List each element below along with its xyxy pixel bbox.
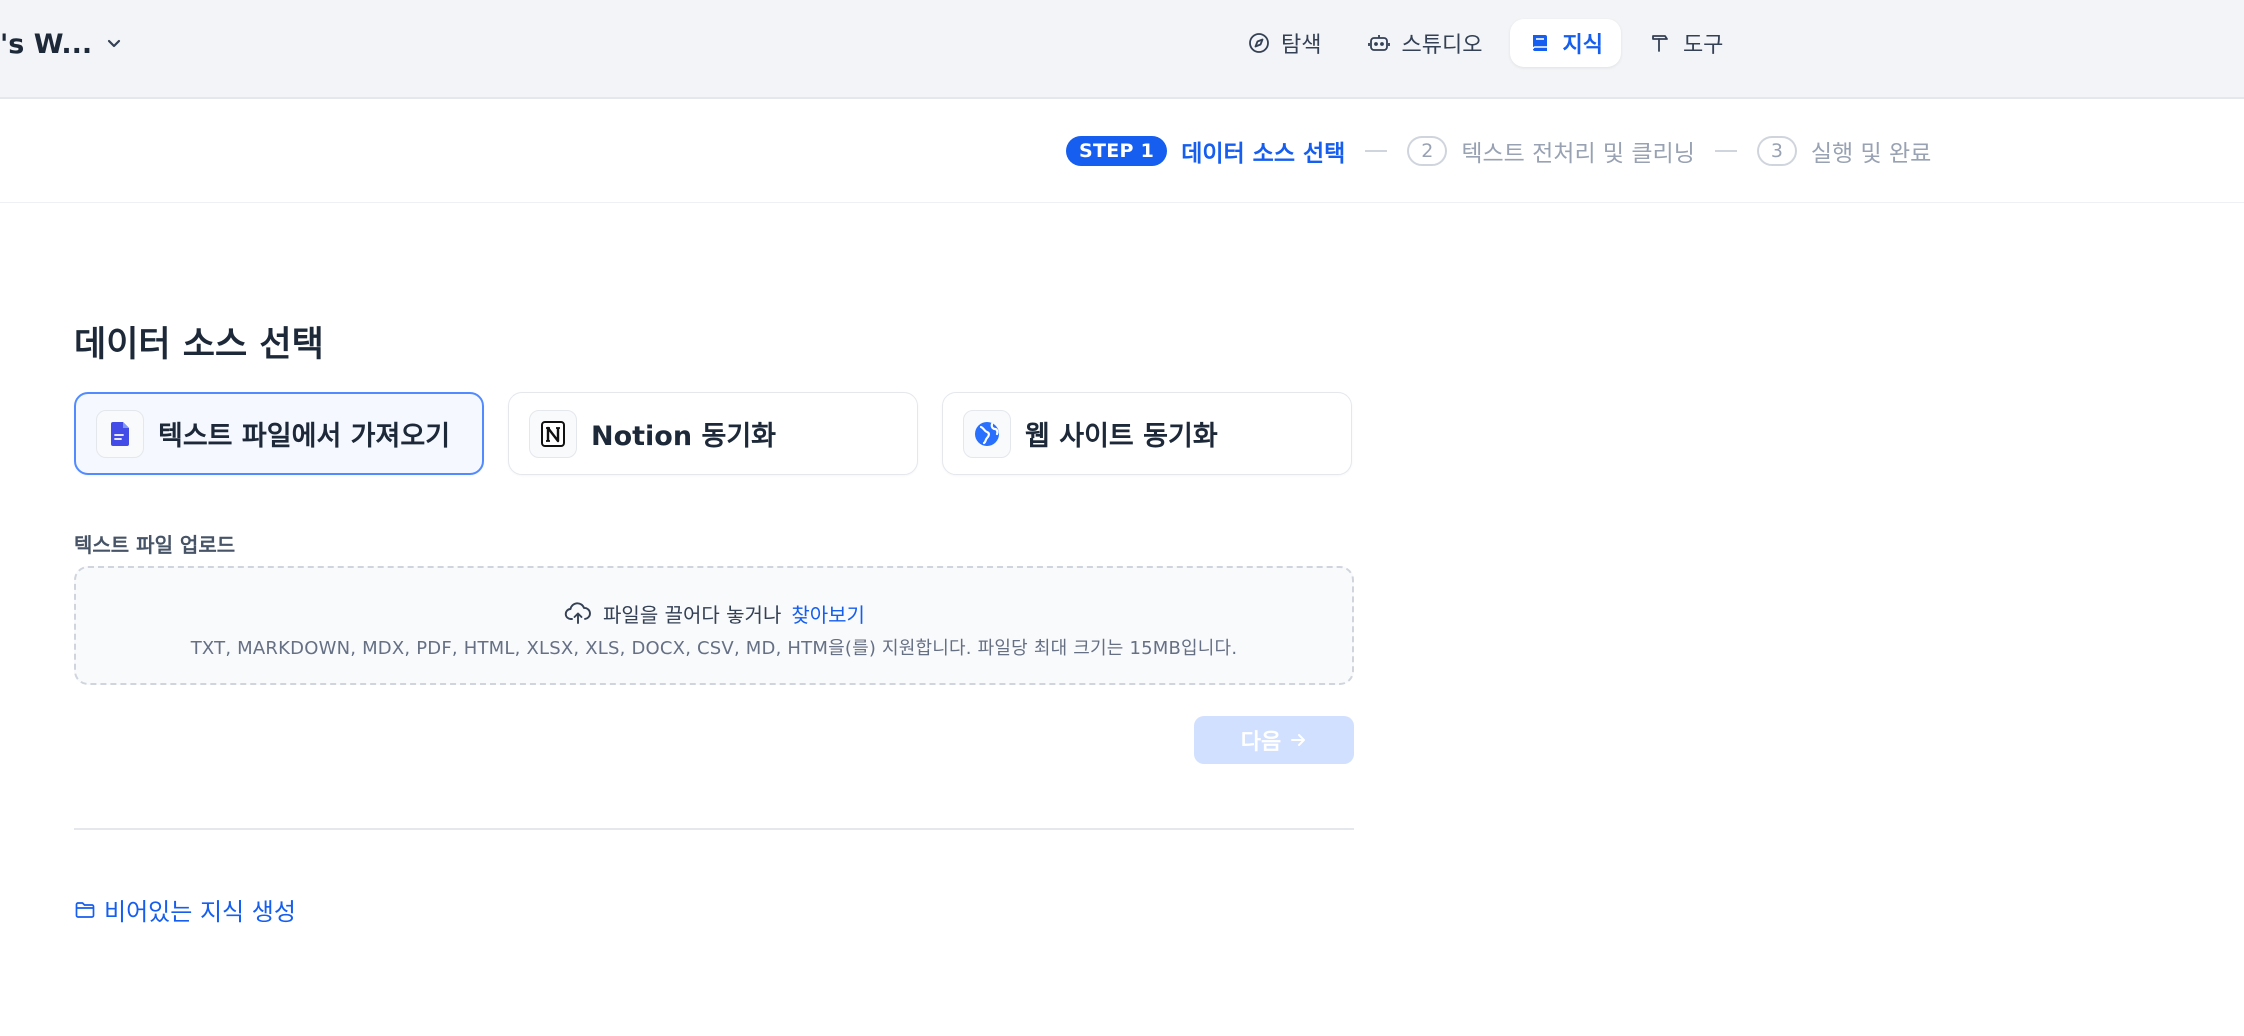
step-separator [1365, 150, 1388, 152]
file-dropzone[interactable]: 파일을 끌어다 놓거나 찾아보기 TXT, MARKDOWN, MDX, PDF… [74, 566, 1354, 685]
dropzone-hint: TXT, MARKDOWN, MDX, PDF, HTML, XLSX, XLS… [190, 638, 1238, 659]
book-icon [1532, 35, 1548, 51]
create-empty-knowledge-link[interactable]: 비어있는 지식 생성 [74, 892, 296, 927]
robot-icon [1368, 35, 1391, 51]
stepper: STEP 1 데이터 소스 선택 2 텍스트 전처리 및 클리닝 3 실행 및 … [1066, 135, 1931, 167]
nav-studio-label: 스튜디오 [1401, 33, 1483, 58]
step-3-number: 3 [1756, 136, 1797, 166]
step-2-label: 텍스트 전처리 및 클리닝 [1461, 141, 1695, 167]
page-title: 데이터 소스 선택 [74, 325, 324, 365]
source-notion-label: Notion 동기화 [591, 421, 776, 452]
create-empty-knowledge-label: 비어있는 지식 생성 [104, 898, 296, 926]
step-3-label: 실행 및 완료 [1810, 141, 1932, 167]
next-button-label: 다음 [1240, 730, 1282, 755]
arrow-right-icon [1291, 734, 1306, 746]
step-2-number: 2 [1407, 136, 1448, 166]
next-button[interactable]: 다음 [1194, 716, 1354, 764]
nav-tools-label: 도구 [1682, 33, 1724, 58]
nav-knowledge[interactable]: 지식 [1510, 19, 1621, 67]
globe-icon [975, 421, 999, 446]
step-1-label: 데이터 소스 선택 [1181, 141, 1346, 167]
workspace-selector[interactable]: 's W... [0, 24, 124, 64]
nav-explore[interactable]: 탐색 [1229, 19, 1339, 67]
source-text-file[interactable]: 텍스트 파일에서 가져오기 [74, 392, 484, 475]
file-icon [111, 421, 129, 446]
notion-icon [541, 420, 565, 447]
cloud-upload-icon [564, 602, 591, 624]
source-website[interactable]: 웹 사이트 동기화 [942, 392, 1352, 475]
nav-knowledge-label: 지식 [1562, 33, 1603, 58]
compass-icon [1249, 33, 1269, 53]
hammer-icon [1652, 35, 1668, 52]
step-1-badge: STEP 1 [1066, 136, 1168, 166]
folder-icon [75, 901, 95, 918]
source-icon-box [963, 409, 1011, 458]
top-header: 's W... 탐색 스튜디오 지식 도구 [0, 0, 2244, 99]
browse-link[interactable]: 찾아보기 [791, 599, 865, 628]
dropzone-text: 파일을 끌어다 놓거나 [603, 602, 782, 627]
source-icon-box [529, 409, 577, 458]
section-divider [74, 828, 1354, 830]
nav-studio[interactable]: 스튜디오 [1349, 19, 1500, 67]
main-nav: 탐색 스튜디오 지식 도구 [1229, 19, 1751, 67]
nav-explore-label: 탐색 [1281, 33, 1322, 58]
workspace-name: 's W... [0, 28, 93, 60]
upload-section-label: 텍스트 파일 업로드 [74, 533, 236, 557]
source-text-file-label: 텍스트 파일에서 가져오기 [158, 421, 451, 452]
dropzone-instructions: 파일을 끌어다 놓거나 찾아보기 [76, 598, 1352, 628]
nav-tools[interactable]: 도구 [1631, 19, 1741, 67]
data-source-options: 텍스트 파일에서 가져오기 Notion 동기화 웹 사이트 동기화 [74, 392, 1352, 475]
chevron-down-icon [107, 39, 121, 48]
source-notion[interactable]: Notion 동기화 [508, 392, 918, 475]
step-separator [1714, 150, 1737, 152]
stepper-bar: STEP 1 데이터 소스 선택 2 텍스트 전처리 및 클리닝 3 실행 및 … [0, 100, 2244, 203]
source-icon-box [96, 409, 144, 458]
source-website-label: 웹 사이트 동기화 [1025, 421, 1218, 452]
